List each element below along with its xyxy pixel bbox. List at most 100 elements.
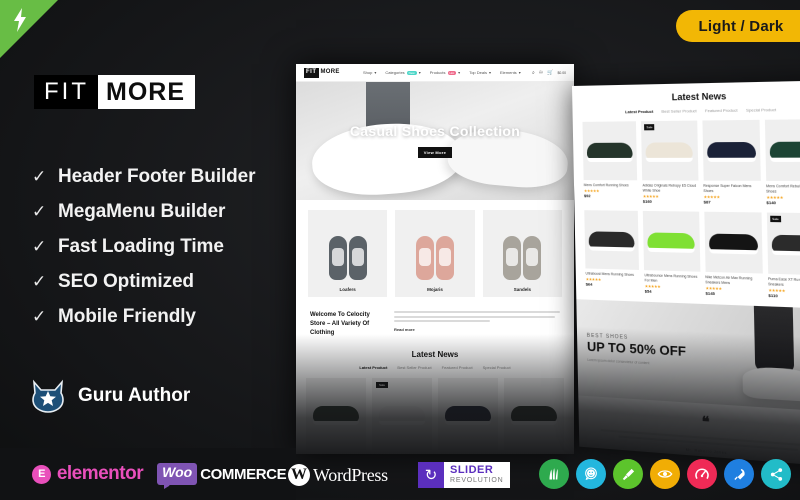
speedometer-icon[interactable] (687, 459, 717, 489)
preview-logo-part-1: FIT (304, 67, 319, 78)
welcome-title: Welcome To Celocity Store – All Variety … (310, 312, 370, 336)
light-dark-label: Light / Dark (698, 17, 784, 35)
feature-item: ✓ Mobile Friendly (32, 300, 287, 334)
welcome-body: Read more (394, 311, 560, 338)
product-tile[interactable] (306, 378, 366, 450)
tab-best-seller-product[interactable]: Best Seller Product (661, 108, 696, 114)
slider-revolution-text: SLIDER REVOLUTION (444, 462, 510, 488)
category-card-image (487, 218, 558, 280)
feature-icon-row (539, 459, 791, 489)
eye-svg (657, 470, 673, 478)
preview-nav-item[interactable]: Top Deals ▾ (469, 70, 491, 75)
preview-nav-item[interactable]: Shop ▾ (363, 70, 376, 75)
check-icon: ✓ (32, 307, 47, 326)
latest-news-product-grid: Sale (296, 370, 574, 450)
tab-latest-product[interactable]: Latest Product (359, 365, 387, 370)
product-tile[interactable] (438, 378, 498, 450)
product-tile[interactable]: Nike Metcon Air Max Running Sneakers Men… (703, 211, 763, 298)
tab-special-product[interactable]: Special Product (483, 365, 511, 370)
search-icon[interactable]: ⌕ (532, 70, 535, 76)
category-card[interactable]: Sandels (482, 210, 562, 297)
preview-nav-label: Products (429, 70, 446, 75)
tab-latest-product[interactable]: Latest Product (625, 109, 653, 114)
shoe-shape (503, 236, 522, 280)
shoe-shape (328, 236, 347, 280)
feature-label: Header Footer Builder (58, 166, 256, 187)
cart-icon[interactable]: 🛒 (547, 70, 553, 76)
guru-author-label: Guru Author (78, 385, 191, 406)
brand-logo-part-2: MORE (98, 75, 195, 109)
rocket-svg (734, 468, 745, 480)
shoe-shape (706, 141, 756, 159)
share-svg (770, 467, 782, 481)
right-product-row: Mens Comfort Running Shoes ★★★★★ $92 Sal… (582, 119, 800, 206)
product-price: $64 (585, 281, 593, 287)
brand-logo-part-1: FIT (34, 75, 98, 109)
eye-icon[interactable] (650, 459, 680, 489)
preview-nav-item[interactable]: Products Hot ▾ (430, 70, 460, 75)
product-name: Mens Comfort Rebuild Running Shoes (765, 184, 800, 194)
right-promo-banner: BEST SHOES UP TO 50% OFF Lorem ipsum dol… (576, 299, 800, 413)
product-tile[interactable]: Sale (372, 378, 432, 450)
preview-header-icons[interactable]: ⌕ ♾ 🛒 $0.00 (532, 70, 566, 76)
theme-preview-center[interactable]: FIT MORE Shop ▾ Categories New ▾ Products … (296, 64, 574, 454)
preview-nav[interactable]: Shop ▾ Categories New ▾ Products Hot ▾ Top … (352, 70, 532, 75)
category-card[interactable]: Mojaris (395, 210, 475, 297)
category-card-label: Loafers (339, 287, 356, 292)
right-latest-tabs[interactable]: Latest Product Best Seller Product Featu… (582, 106, 800, 115)
user-icon[interactable]: ♾ (539, 70, 543, 76)
product-image: Sale (766, 212, 800, 276)
banner-shoe-image (742, 366, 800, 403)
check-icon: ✓ (32, 202, 47, 221)
chat-smile-icon[interactable] (576, 459, 606, 489)
product-price: $110 (768, 292, 778, 299)
feature-label: Mobile Friendly (58, 306, 196, 327)
cat-star-svg (32, 379, 64, 413)
product-tile[interactable]: Sale Puma Ease XT Running Shoes Sneakers… (766, 212, 800, 301)
latest-news-title: Latest News (411, 350, 459, 359)
product-tile[interactable]: Mens Comfort Rebuild Running Shoes ★★★★★… (764, 119, 800, 206)
product-tile[interactable]: Sale Adidas Originals Retropy E5 Cloud W… (641, 120, 698, 205)
category-card-label: Sandels (513, 287, 531, 292)
product-image (701, 119, 761, 181)
product-price: $92 (583, 193, 591, 199)
product-image: Sale (641, 120, 698, 181)
tab-special-product[interactable]: Special Product (746, 107, 776, 113)
elementor-label: elementor (56, 463, 144, 484)
product-tile[interactable]: Mens Comfort Running Shoes ★★★★★ $92 (582, 121, 638, 203)
plant-hand-icon[interactable] (539, 459, 569, 489)
product-tile[interactable]: Ultraboost Mens Running Shoes ★★★★★ $64 (584, 210, 640, 293)
wordpress-label: WordPress (313, 464, 388, 485)
product-tile[interactable]: Response Super Falcon Mens Shoes ★★★★★ $… (701, 119, 761, 205)
tab-best-seller-product[interactable]: Best Seller Product (397, 365, 431, 370)
preview-nav-label: Shop (362, 70, 373, 75)
category-card-image (312, 218, 383, 280)
woo-icon: Woo (157, 463, 198, 489)
welcome-read-more-link[interactable]: Read more (394, 327, 560, 332)
feature-label: MegaMenu Builder (58, 201, 226, 222)
product-image (584, 210, 640, 270)
preview-nav-label: Categories (385, 70, 405, 75)
tab-featured-product[interactable]: Featured Product (442, 365, 473, 370)
theme-preview-right[interactable]: Latest News Latest Product Best Seller P… (572, 80, 800, 468)
share-icon[interactable] (761, 459, 791, 489)
hero-view-more-button[interactable]: View More (417, 147, 453, 158)
shoe-shape (647, 232, 696, 250)
product-price: $140 (766, 199, 777, 206)
microphone-icon[interactable] (613, 459, 643, 489)
preview-nav-tag: New (406, 70, 417, 75)
shoe-shape (313, 406, 359, 425)
shoe-shape (708, 233, 758, 252)
preview-logo: FIT MORE (304, 67, 342, 78)
tab-featured-product[interactable]: Featured Product (705, 108, 738, 114)
rocket-icon[interactable] (724, 459, 754, 489)
preview-nav-item[interactable]: Elements ▾ (500, 70, 521, 75)
light-dark-toggle-button[interactable]: Light / Dark (676, 10, 800, 42)
product-tile[interactable]: Ultrabounce Mens Running Shoes For Men ★… (643, 210, 700, 296)
cat-star-icon (30, 379, 66, 413)
check-icon: ✓ (32, 237, 47, 256)
category-card[interactable]: Loafers (308, 210, 388, 297)
chat-smile-svg (585, 467, 597, 480)
product-tile[interactable] (504, 378, 564, 450)
preview-nav-item[interactable]: Categories New ▾ (385, 70, 420, 75)
